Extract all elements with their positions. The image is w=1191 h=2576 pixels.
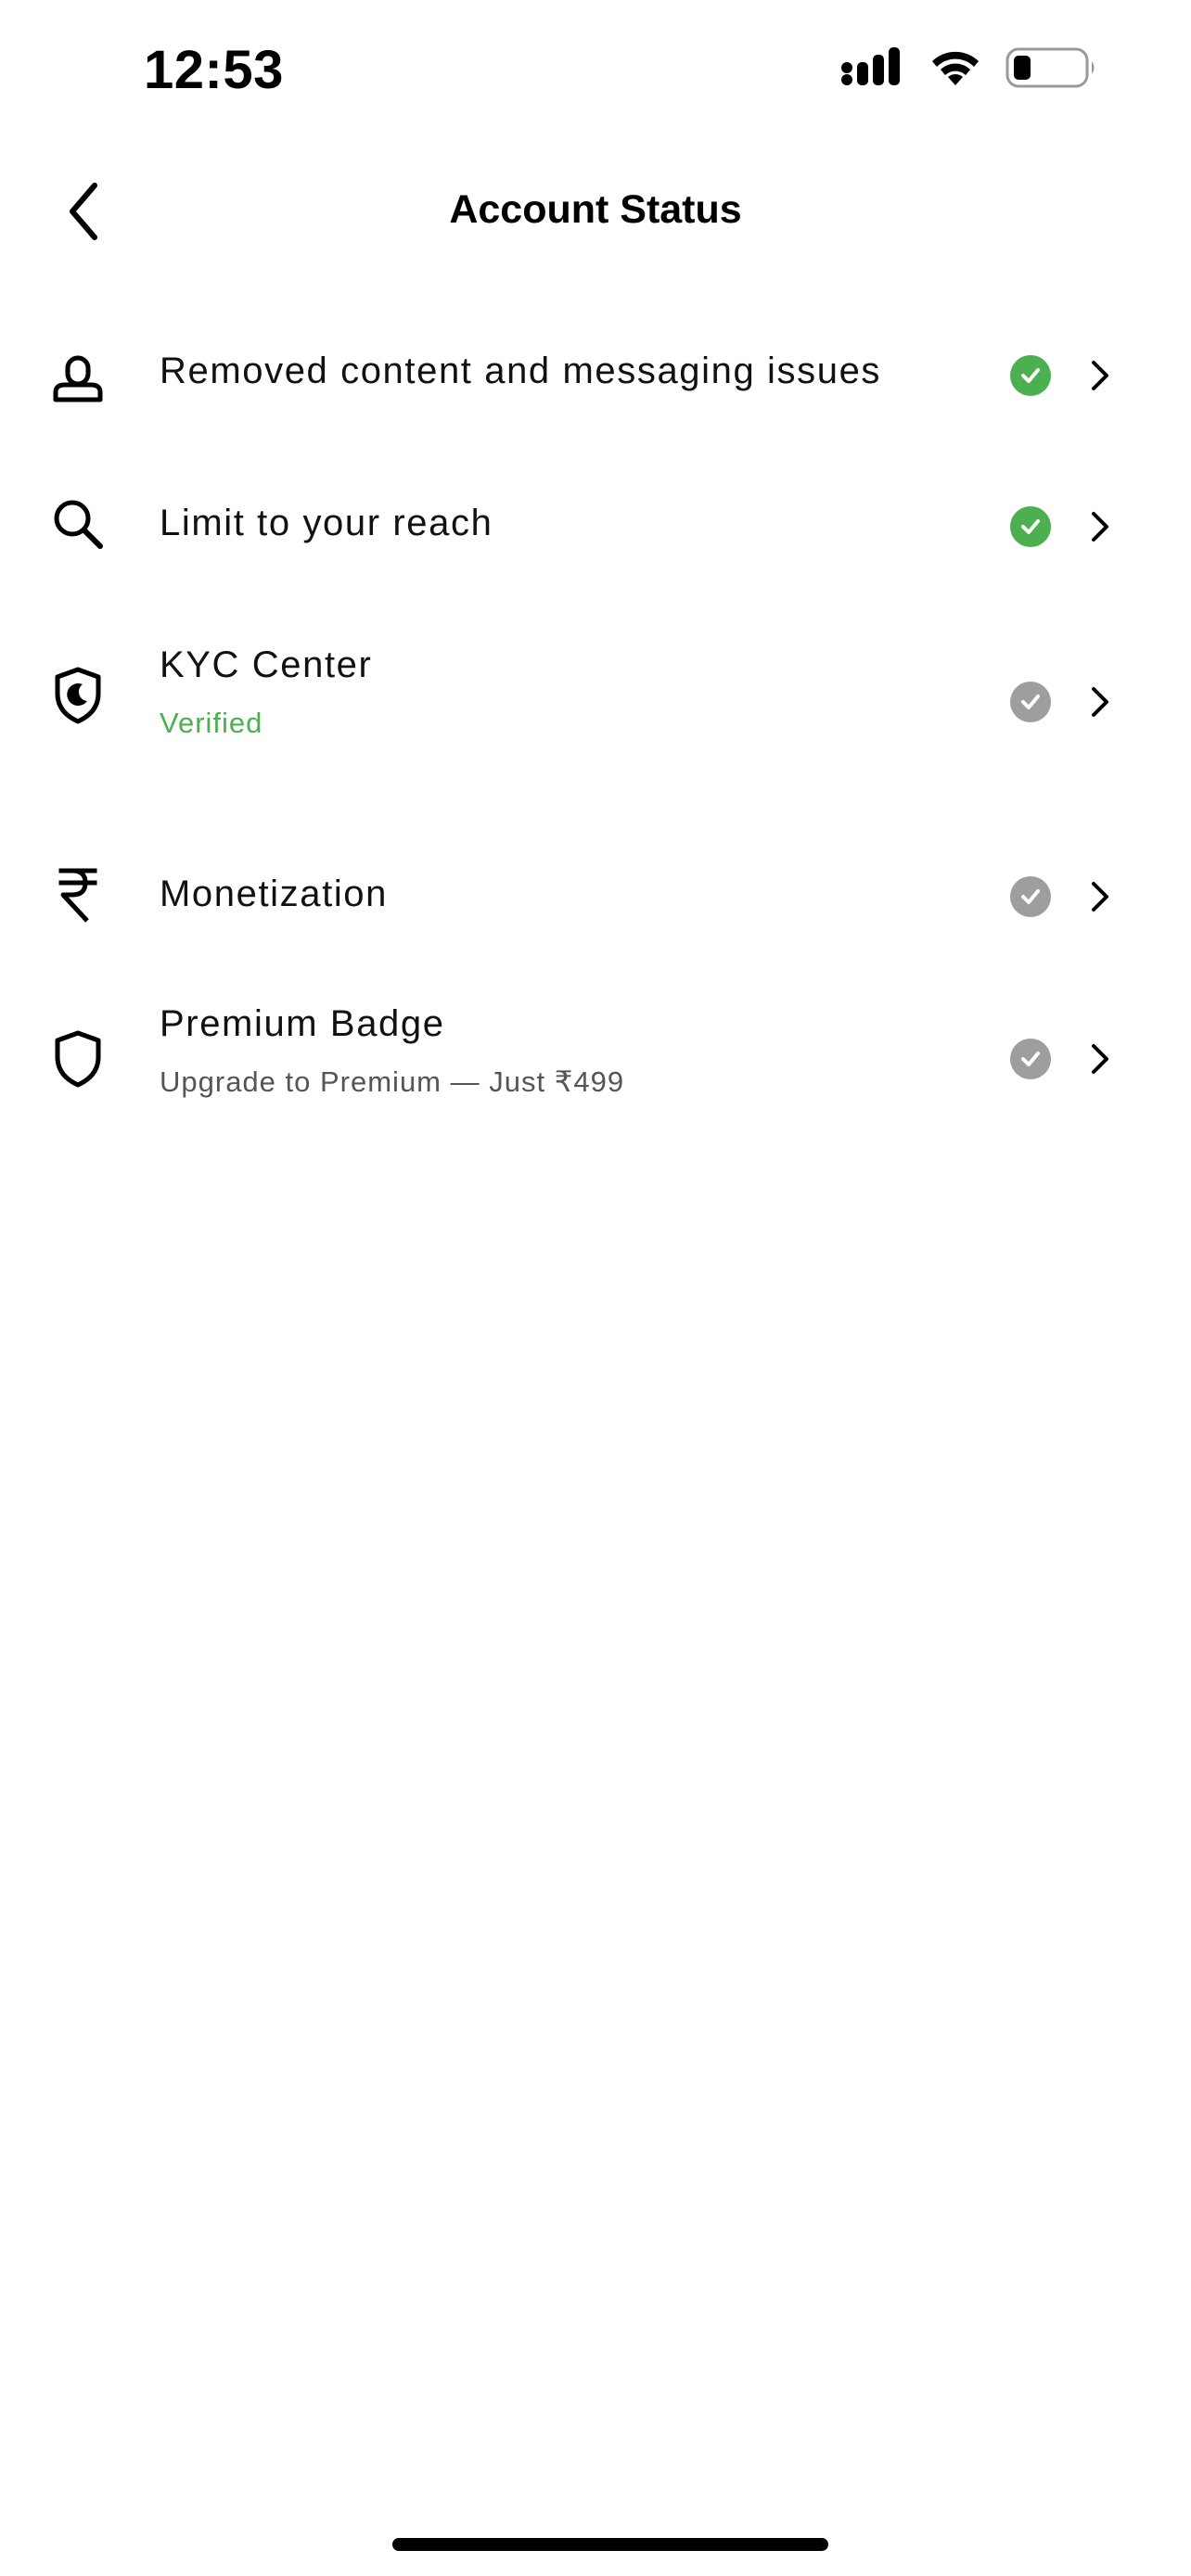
row-title: Premium Badge [160, 1003, 445, 1044]
shield-moon-icon [48, 666, 108, 725]
account-status-list: Removed content and messaging issues Lim… [0, 306, 1191, 1173]
search-icon [48, 494, 108, 554]
nav-header: Account Status [0, 167, 1191, 260]
chevron-right-icon [1083, 682, 1117, 722]
list-item-removed-content[interactable]: Removed content and messaging issues [0, 306, 1191, 445]
verified-status: Verified [160, 707, 263, 739]
row-text: Monetization [160, 874, 978, 915]
status-check-icon [1010, 876, 1051, 917]
shield-outline-icon [48, 1029, 108, 1089]
row-text: Premium Badge Upgrade to Premium — Just … [160, 1003, 978, 1099]
page-title: Account Status [449, 187, 742, 232]
row-title: KYC Center [160, 644, 373, 685]
status-bar: 12:53 [0, 0, 1191, 139]
rupee-icon [48, 865, 108, 925]
list-item-kyc-center[interactable]: KYC Center Verified [0, 607, 1191, 802]
row-text: KYC Center Verified [160, 644, 978, 740]
wifi-icon [929, 48, 981, 92]
status-icons [840, 46, 1098, 94]
status-check-icon [1010, 355, 1051, 396]
cellular-signal-icon [840, 47, 905, 93]
list-item-premium-badge[interactable]: Premium Badge Upgrade to Premium — Just … [0, 969, 1191, 1173]
home-indicator[interactable] [392, 2538, 828, 2551]
premium-upgrade-text: Upgrade to Premium — Just ₹499 [160, 1065, 625, 1098]
chevron-right-icon [1083, 355, 1117, 396]
list-item-monetization[interactable]: Monetization [0, 802, 1191, 969]
list-item-limit-reach[interactable]: Limit to your reach [0, 445, 1191, 607]
status-check-icon [1010, 506, 1051, 547]
row-title: Limit to your reach [160, 503, 493, 543]
status-check-icon [1010, 1039, 1051, 1079]
person-icon [48, 346, 108, 405]
chevron-right-icon [1083, 506, 1117, 547]
battery-icon [1005, 46, 1098, 94]
status-check-icon [1010, 682, 1051, 722]
chevron-right-icon [1083, 876, 1117, 917]
row-text: Removed content and messaging issues [160, 351, 978, 392]
row-title: Removed content and messaging issues [160, 351, 882, 391]
status-time: 12:53 [144, 40, 284, 100]
chevron-right-icon [1083, 1039, 1117, 1079]
row-title: Monetization [160, 874, 388, 914]
row-text: Limit to your reach [160, 503, 978, 544]
